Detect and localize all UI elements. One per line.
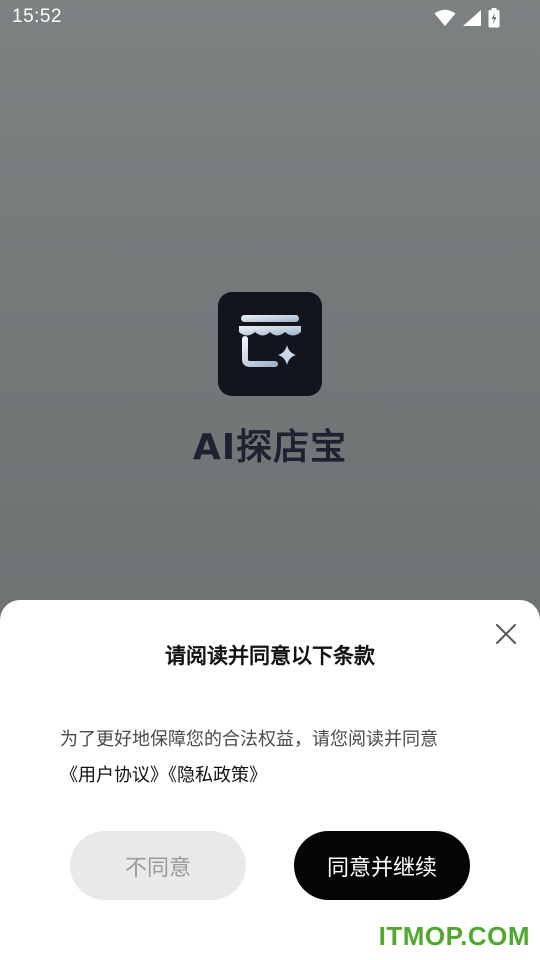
dialog-title: 请阅读并同意以下条款: [165, 644, 375, 668]
watermark: ITMOP.COM: [378, 921, 530, 951]
app-name: AI探店宝: [192, 427, 348, 468]
terms-dialog: 请阅读并同意以下条款 为了更好地保障您的合法权益，请您阅读并同意 《用户协议》《…: [0, 600, 540, 960]
disagree-button[interactable]: 不同意: [70, 831, 246, 900]
user-agreement-link[interactable]: 《用户协议》: [60, 765, 168, 786]
agree-continue-button[interactable]: 同意并继续: [294, 831, 470, 900]
storefront-sparkle-icon: [235, 307, 305, 381]
status-bar: 15:52: [0, 0, 540, 36]
wifi-icon: [434, 9, 456, 27]
dialog-body: 为了更好地保障您的合法权益，请您阅读并同意 《用户协议》《隐私政策》: [60, 722, 500, 794]
battery-charging-icon: [488, 8, 500, 28]
dialog-body-text: 为了更好地保障您的合法权益，请您阅读并同意: [60, 729, 438, 750]
privacy-policy-link[interactable]: 《隐私政策》: [168, 765, 267, 786]
app-logo: [218, 292, 322, 396]
signal-icon: [462, 9, 482, 27]
status-time: 15:52: [12, 6, 63, 27]
status-icons: [434, 8, 500, 28]
